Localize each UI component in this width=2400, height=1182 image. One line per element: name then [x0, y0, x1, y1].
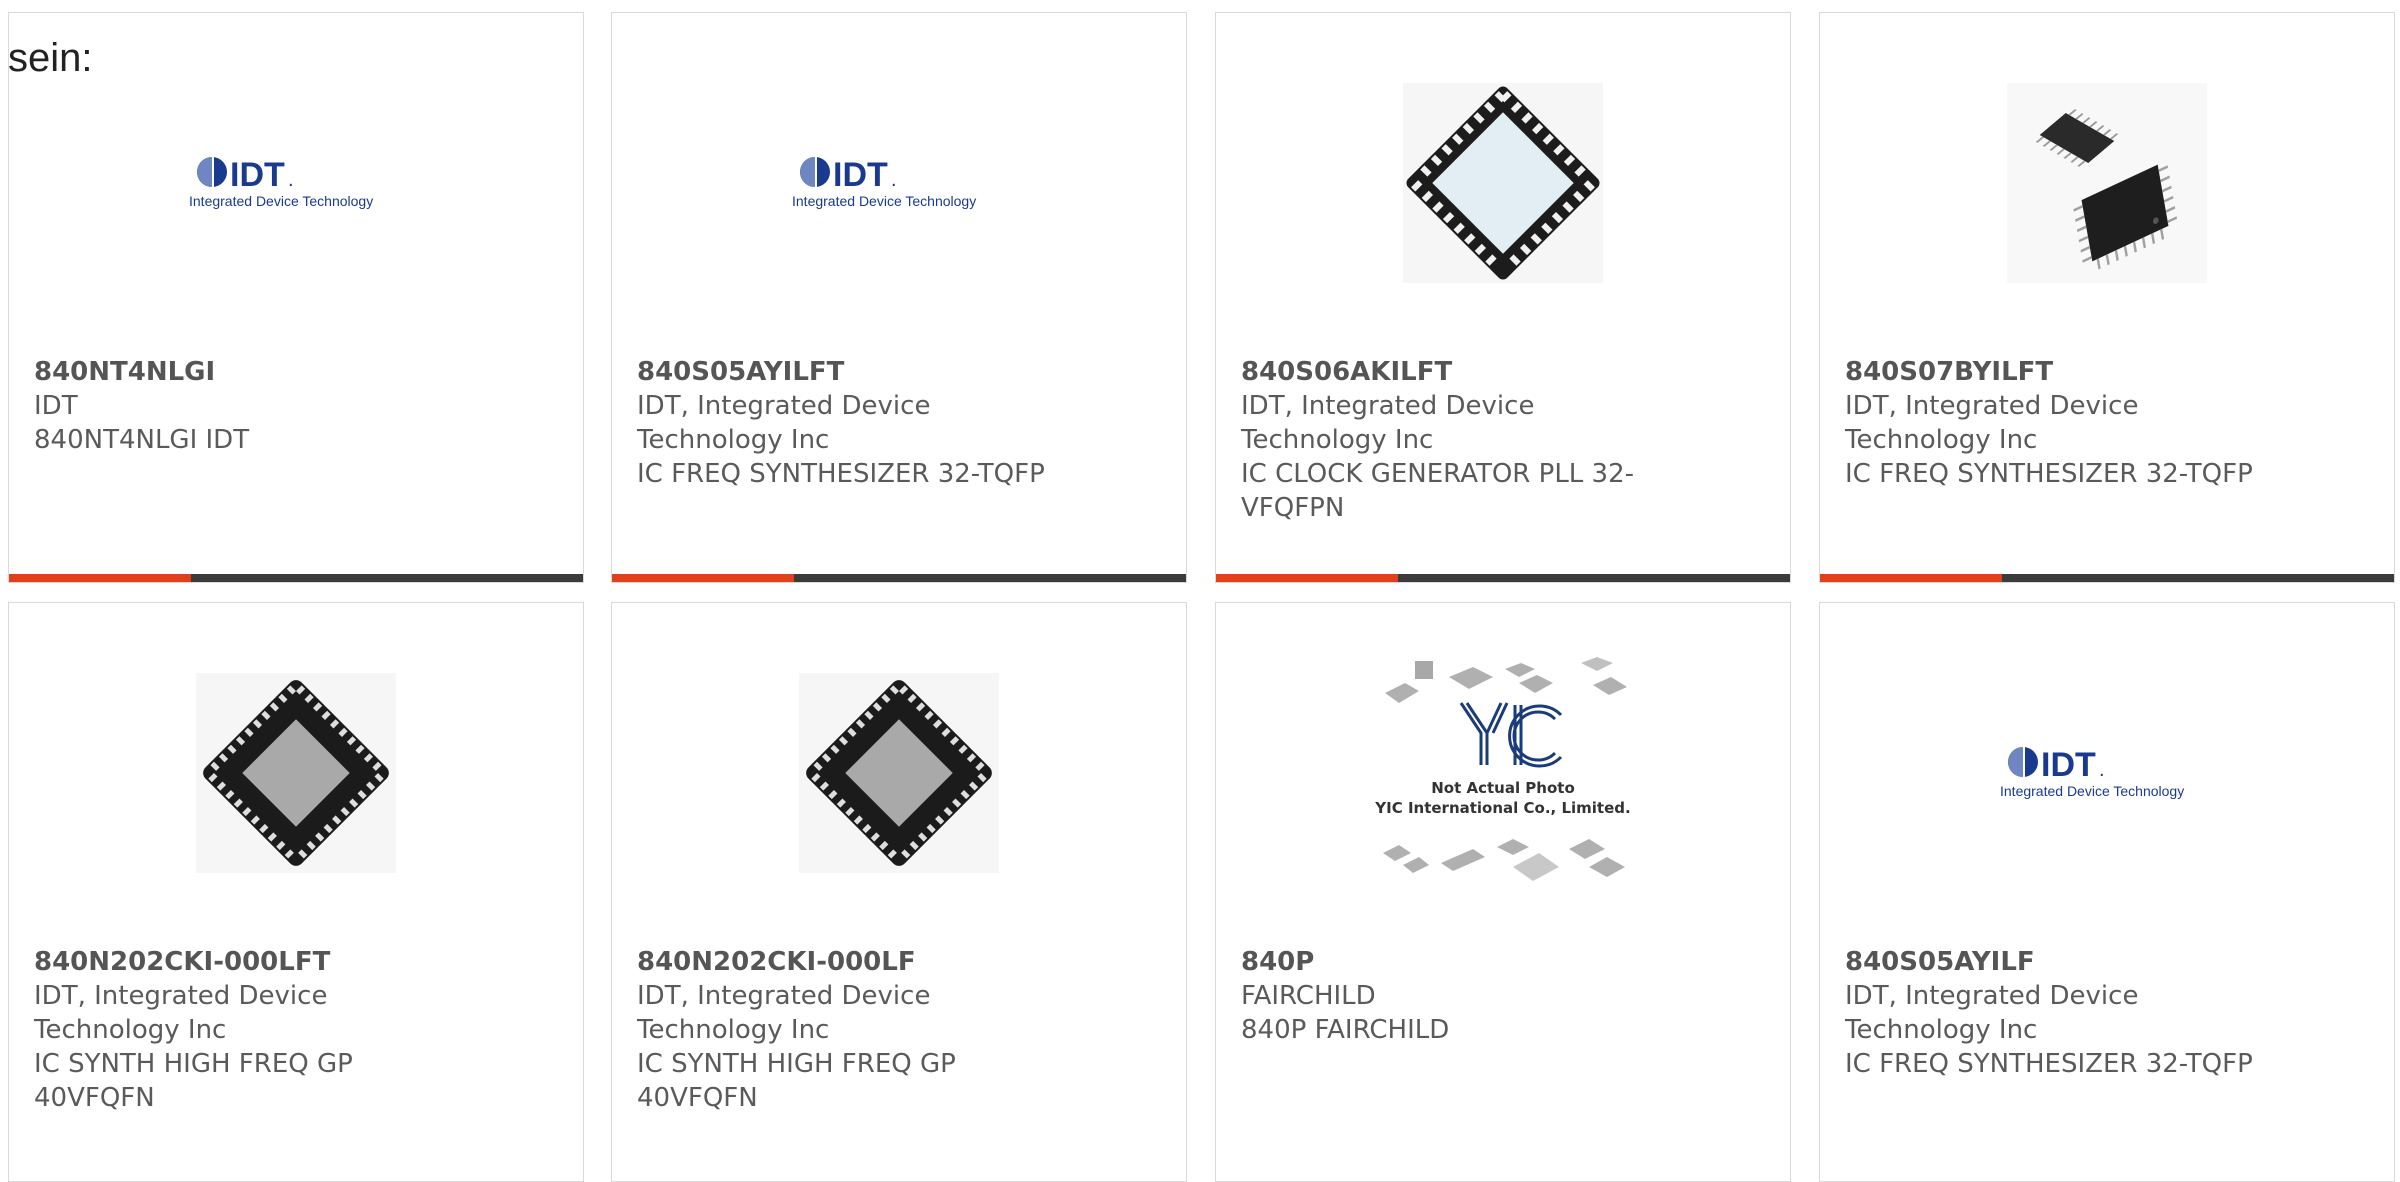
svg-text:.: . — [288, 169, 294, 191]
description: 840NT4NLGI IDT — [34, 425, 250, 455]
part-number-link[interactable]: 840P — [1241, 945, 1765, 979]
product-image[interactable]: IDT . Integrated Device Technology — [612, 73, 1186, 293]
product-card[interactable]: IDT . Integrated Device Technology 840S0… — [611, 12, 1187, 583]
product-image[interactable] — [9, 663, 583, 883]
description-cont: 40VFQFN — [637, 1083, 758, 1113]
description: IC FREQ SYNTHESIZER 32-TQFP — [1845, 1049, 2253, 1079]
product-card[interactable]: IDT . Integrated Device Technology 840NT… — [8, 12, 584, 583]
card-bar — [1216, 574, 1790, 582]
idt-logo-image: IDT . Integrated Device Technology — [2000, 746, 2184, 799]
intro-text: sein: — [8, 36, 93, 80]
product-card[interactable]: 840S06AKILFT IDT, Integrated Device Tech… — [1215, 12, 1791, 583]
description: IC SYNTH HIGH FREQ GP — [637, 1049, 956, 1079]
manufacturer-cont: Technology Inc — [1241, 425, 1434, 455]
idt-wordmark: IDT — [230, 156, 285, 194]
card-bar — [1820, 574, 2394, 582]
product-card[interactable]: 840N202CKI-000LF IDT, Integrated Device … — [611, 602, 1187, 1182]
product-info: 840N202CKI-000LFT IDT, Integrated Device… — [34, 945, 558, 1115]
part-number-link[interactable]: 840S07BYILFT — [1845, 355, 2369, 389]
part-number-link[interactable]: 840S05AYILF — [1845, 945, 2369, 979]
product-info: 840NT4NLGI IDT 840NT4NLGI IDT — [34, 355, 558, 457]
part-number-link[interactable]: 840S06AKILFT — [1241, 355, 1765, 389]
manufacturer: FAIRCHILD — [1241, 981, 1376, 1011]
manufacturer-cont: Technology Inc — [34, 1015, 227, 1045]
idt-tagline: Integrated Device Technology — [2000, 783, 2184, 799]
idt-wordmark: IDT — [2041, 746, 2096, 784]
card-bar — [9, 574, 583, 582]
manufacturer-cont: Technology Inc — [637, 1015, 830, 1045]
idt-tagline: Integrated Device Technology — [792, 193, 976, 209]
part-number-link[interactable]: 840NT4NLGI — [34, 355, 558, 389]
manufacturer: IDT, Integrated Device — [34, 981, 328, 1011]
manufacturer: IDT, Integrated Device — [1241, 391, 1535, 421]
placeholder-caption-1: Not Actual Photo — [1431, 779, 1575, 797]
product-info: 840S06AKILFT IDT, Integrated Device Tech… — [1241, 355, 1765, 525]
manufacturer-cont: Technology Inc — [1845, 1015, 2038, 1045]
manufacturer-cont: Technology Inc — [637, 425, 830, 455]
product-image[interactable]: IDT . Integrated Device Technology — [1820, 663, 2394, 883]
product-image[interactable] — [612, 663, 1186, 883]
product-image[interactable] — [1216, 73, 1790, 293]
manufacturer-cont: Technology Inc — [1845, 425, 2038, 455]
part-number-link[interactable]: 840N202CKI-000LF — [637, 945, 1161, 979]
vfqfn-chip-image — [196, 673, 396, 873]
product-image[interactable]: Not Actual Photo YIC International Co., … — [1216, 653, 1790, 893]
placeholder-caption-2: YIC International Co., Limited. — [1374, 799, 1630, 817]
product-info: 840N202CKI-000LF IDT, Integrated Device … — [637, 945, 1161, 1115]
vfqfn-chip-image — [799, 673, 999, 873]
product-card[interactable]: Not Actual Photo YIC International Co., … — [1215, 602, 1791, 1182]
manufacturer: IDT, Integrated Device — [637, 391, 931, 421]
tqfp-chips-image — [2007, 83, 2207, 283]
product-card[interactable]: 840N202CKI-000LFT IDT, Integrated Device… — [8, 602, 584, 1182]
product-image[interactable] — [1820, 73, 2394, 293]
part-number-link[interactable]: 840N202CKI-000LFT — [34, 945, 558, 979]
manufacturer: IDT, Integrated Device — [1845, 981, 2139, 1011]
product-info: 840S05AYILF IDT, Integrated Device Techn… — [1845, 945, 2369, 1081]
svg-text:.: . — [2099, 759, 2105, 781]
description: IC SYNTH HIGH FREQ GP — [34, 1049, 353, 1079]
description: IC FREQ SYNTHESIZER 32-TQFP — [637, 459, 1045, 489]
idt-tagline: Integrated Device Technology — [189, 193, 373, 209]
svg-text:.: . — [891, 169, 897, 191]
description-cont: VFQFPN — [1241, 493, 1345, 523]
description-cont: 40VFQFN — [34, 1083, 155, 1113]
manufacturer: IDT, Integrated Device — [1845, 391, 2139, 421]
description: IC CLOCK GENERATOR PLL 32- — [1241, 459, 1635, 489]
product-info: 840P FAIRCHILD 840P FAIRCHILD — [1241, 945, 1765, 1047]
product-card[interactable]: 840S07BYILFT IDT, Integrated Device Tech… — [1819, 12, 2395, 583]
idt-logo-image: IDT . Integrated Device Technology — [189, 156, 373, 209]
card-bar — [612, 574, 1186, 582]
product-info: 840S05AYILFT IDT, Integrated Device Tech… — [637, 355, 1161, 491]
qfn-chip-image — [1403, 83, 1603, 283]
description: IC FREQ SYNTHESIZER 32-TQFP — [1845, 459, 2253, 489]
product-image[interactable]: IDT . Integrated Device Technology — [9, 73, 583, 293]
description: 840P FAIRCHILD — [1241, 1015, 1450, 1045]
product-card[interactable]: IDT . Integrated Device Technology 840S0… — [1819, 602, 2395, 1182]
yic-placeholder-image: Not Actual Photo YIC International Co., … — [1374, 657, 1631, 881]
idt-logo-image: IDT . Integrated Device Technology — [792, 156, 976, 209]
manufacturer: IDT — [34, 391, 78, 421]
manufacturer: IDT, Integrated Device — [637, 981, 931, 1011]
product-info: 840S07BYILFT IDT, Integrated Device Tech… — [1845, 355, 2369, 491]
part-number-link[interactable]: 840S05AYILFT — [637, 355, 1161, 389]
idt-wordmark: IDT — [833, 156, 888, 194]
